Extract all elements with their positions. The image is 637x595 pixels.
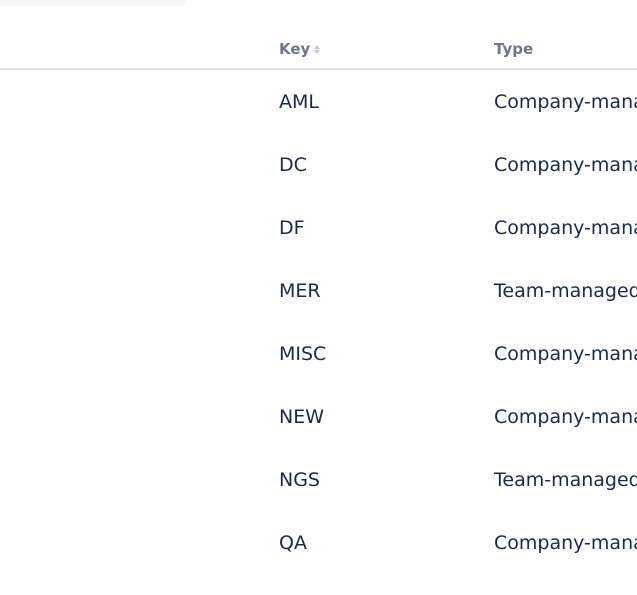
- table-row[interactable]: MISC Company-mana: [0, 322, 637, 385]
- sort-icon[interactable]: [314, 43, 322, 55]
- column-header-type[interactable]: Type: [494, 40, 533, 58]
- table-row[interactable]: MER Team-managed: [0, 259, 637, 322]
- table-row[interactable]: NGS Team-managed: [0, 448, 637, 511]
- search-field-edge[interactable]: [0, 0, 185, 6]
- cell-type: Company-mana: [494, 217, 637, 239]
- table-header: Key Type: [0, 30, 637, 70]
- cell-key: DF: [279, 217, 305, 239]
- table-row[interactable]: NEW Company-mana: [0, 385, 637, 448]
- cell-type: Company-mana: [494, 532, 637, 554]
- cell-key: MISC: [279, 343, 327, 365]
- cell-key: MER: [279, 280, 321, 302]
- cell-type: Company-mana: [494, 154, 637, 176]
- table-row[interactable]: AML Company-mana: [0, 70, 637, 133]
- cell-key: NGS: [279, 469, 320, 491]
- cell-type: Team-managed: [494, 469, 637, 491]
- projects-table-view: Key Type AML Company-mana DC Company-man…: [0, 0, 637, 595]
- table-row[interactable]: QA Company-mana: [0, 511, 637, 574]
- cell-key: AML: [279, 91, 319, 113]
- cell-key: DC: [279, 154, 307, 176]
- cell-type: Team-managed: [494, 280, 637, 302]
- cell-type: Company-mana: [494, 343, 637, 365]
- cell-key: QA: [279, 532, 307, 554]
- column-header-type-label: Type: [494, 40, 534, 58]
- table-body: AML Company-mana DC Company-mana DF Comp…: [0, 70, 637, 574]
- table-row[interactable]: DC Company-mana: [0, 133, 637, 196]
- table-row[interactable]: DF Company-mana: [0, 196, 637, 259]
- column-header-key[interactable]: Key: [279, 40, 322, 58]
- cell-type: Company-mana: [494, 91, 637, 113]
- cell-key: NEW: [279, 406, 325, 428]
- column-header-key-label: Key: [279, 40, 311, 58]
- cell-type: Company-mana: [494, 406, 637, 428]
